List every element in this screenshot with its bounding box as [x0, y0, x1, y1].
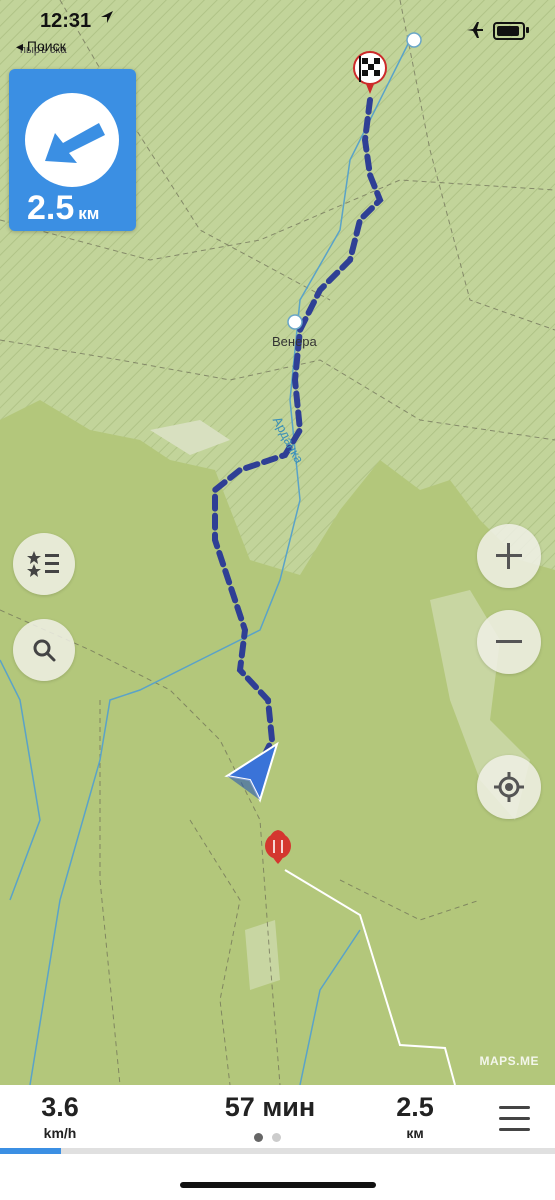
back-label: Поиск [26, 38, 66, 54]
page-dot [272, 1133, 281, 1142]
battery-icon [493, 22, 525, 40]
location-services-icon [101, 11, 113, 23]
home-indicator[interactable] [180, 1182, 376, 1188]
zoom-in-button[interactable] [477, 524, 541, 588]
distance-remaining-value: 2.5 [396, 1092, 434, 1122]
airplane-mode-icon [467, 22, 483, 38]
status-time: 12:31 [40, 10, 92, 32]
menu-button[interactable] [499, 1106, 530, 1132]
turn-distance-unit: км [78, 204, 100, 223]
maps-me-watermark: MAPS.ME [479, 1054, 539, 1068]
my-location-button[interactable] [477, 755, 541, 819]
hamburger-icon-bar [499, 1106, 530, 1109]
back-to-search-button[interactable]: ◂ Поиск [16, 38, 66, 55]
speed-unit: km/h [43, 1125, 77, 1141]
turn-distance: 2.5 км [27, 189, 99, 228]
search-button[interactable] [13, 619, 75, 681]
turn-left-arrow-icon [45, 123, 105, 163]
route-progress-fill [0, 1148, 62, 1154]
page-dot-active [254, 1133, 263, 1142]
turn-direction-circle [25, 93, 119, 187]
my-location-icon [494, 772, 524, 802]
plus-icon [496, 543, 522, 569]
distance-remaining-unit: км [406, 1125, 424, 1141]
status-bar: 12:31 ◂ Поиск [0, 0, 555, 60]
back-chevron-icon: ◂ [16, 38, 27, 54]
route-progress-bar [0, 1148, 555, 1154]
zoom-out-button[interactable] [477, 610, 541, 674]
search-icon [33, 639, 56, 662]
bookmark-list-icon [27, 551, 59, 577]
battery-tip [526, 27, 529, 33]
poi-label: Венера [272, 334, 317, 349]
speed-value: 3.6 [41, 1092, 79, 1122]
minus-icon [496, 640, 522, 643]
bookmarks-button[interactable] [13, 533, 75, 595]
hamburger-icon-bar [499, 1117, 530, 1120]
time-remaining-value: 57 мин [224, 1092, 316, 1122]
page-indicator[interactable] [254, 1129, 290, 1147]
hamburger-icon-bar [499, 1128, 530, 1131]
turn-distance-value: 2.5 [27, 189, 75, 227]
speed-stat: 3.6 km/h [20, 1092, 100, 1141]
distance-remaining-stat: 2.5 км [375, 1092, 455, 1141]
next-turn-card[interactable]: 2.5 км [9, 69, 136, 231]
time-remaining-stat: 57 мин [195, 1092, 345, 1123]
